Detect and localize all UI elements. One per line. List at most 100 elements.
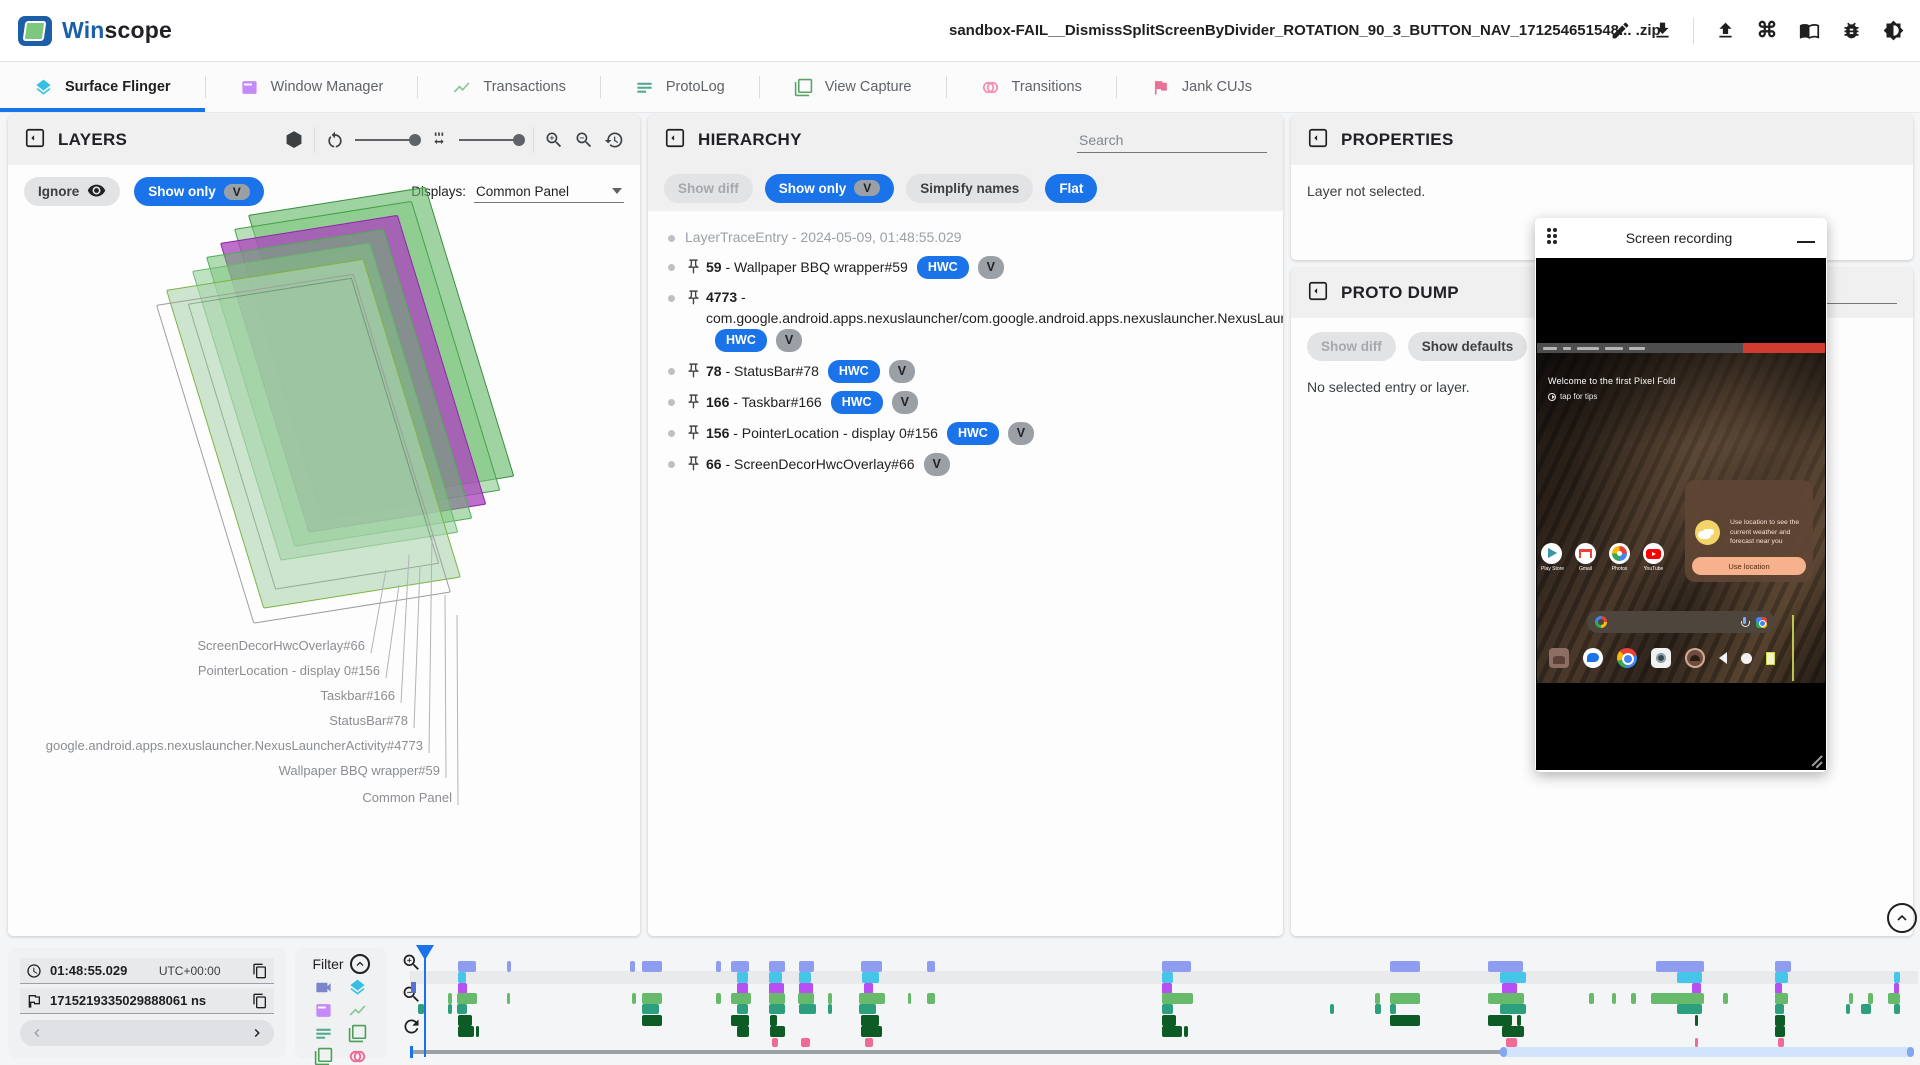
- protolog-event-block[interactable]: [799, 1004, 816, 1014]
- transactions-event-block[interactable]: [716, 993, 721, 1004]
- protolog-event-block[interactable]: [642, 1004, 659, 1014]
- view-capture-a-event-block[interactable]: [861, 1015, 879, 1026]
- transactions-event-block[interactable]: [859, 993, 885, 1004]
- timeline-zoom-scrollbar[interactable]: [1500, 1047, 1914, 1057]
- messages-app-icon[interactable]: [1583, 648, 1603, 668]
- protolog-event-block[interactable]: [1162, 1004, 1173, 1014]
- view-capture-a-event-block[interactable]: [1517, 1015, 1522, 1026]
- protolog-event-block[interactable]: [1500, 1004, 1526, 1014]
- show-only-v-button[interactable]: Show only V: [134, 177, 264, 206]
- transactions-event-block[interactable]: [1651, 993, 1704, 1004]
- filter-transactions-icon[interactable]: [348, 1001, 367, 1020]
- android-app-icon[interactable]: [1549, 648, 1569, 668]
- tab-jank-cujs[interactable]: Jank CUJs: [1117, 62, 1286, 112]
- transactions-event-block[interactable]: [632, 993, 637, 1004]
- layer-node-row[interactable]: 66 - ScreenDecorHwcOverlay#66V: [656, 449, 1275, 480]
- filter-transitions-icon[interactable]: [348, 1047, 367, 1065]
- screen-recording-event-block[interactable]: [927, 961, 935, 972]
- protolog-event-block[interactable]: [418, 1004, 424, 1014]
- transactions-event-block[interactable]: [1488, 993, 1524, 1004]
- protolog-event-block[interactable]: [1375, 1004, 1381, 1014]
- documentation-icon[interactable]: [1798, 20, 1820, 42]
- resize-handle[interactable]: [1811, 755, 1823, 767]
- surface-flinger-event-block[interactable]: [1677, 972, 1703, 983]
- transactions-event-block[interactable]: [1162, 993, 1192, 1004]
- transactions-event-block[interactable]: [642, 993, 662, 1004]
- transactions-event-block[interactable]: [1868, 993, 1873, 1004]
- human-time-field[interactable]: 01:48:55.029 UTC+00:00: [20, 958, 274, 984]
- flat-button[interactable]: Flat: [1045, 174, 1097, 203]
- spacing-slider[interactable]: [459, 139, 523, 141]
- view-capture-a-event-block[interactable]: [731, 1015, 749, 1026]
- transactions-event-block[interactable]: [448, 993, 453, 1004]
- nav-home-icon[interactable]: [1741, 653, 1752, 664]
- view-capture-b-event-block[interactable]: [1184, 1026, 1189, 1037]
- next-frame-icon[interactable]: [250, 1026, 264, 1040]
- spacing-slider-knob[interactable]: [513, 134, 525, 146]
- app-photos[interactable]: Photos: [1609, 543, 1630, 572]
- screen-recording-event-block[interactable]: [1775, 961, 1792, 972]
- view-capture-a-event-block[interactable]: [1695, 1015, 1698, 1026]
- screen-recording-event-block[interactable]: [731, 961, 749, 972]
- rotation-slider[interactable]: [355, 139, 419, 141]
- tab-surface-flinger[interactable]: Surface Flinger: [0, 62, 205, 112]
- filter-protolog-icon[interactable]: [314, 1024, 333, 1043]
- protolog-event-block[interactable]: [737, 1004, 748, 1014]
- transactions-event-block[interactable]: [1849, 993, 1854, 1004]
- collapse-panel-icon[interactable]: [664, 127, 686, 154]
- protolog-event-block[interactable]: [457, 1004, 468, 1014]
- protolog-event-block[interactable]: [1846, 1004, 1851, 1014]
- spacing-icon[interactable]: [429, 130, 449, 150]
- scrollbar-right-cap[interactable]: [1907, 1047, 1914, 1057]
- view-capture-b-event-block[interactable]: [1775, 1026, 1786, 1037]
- view-capture-b-event-block[interactable]: [1162, 1026, 1182, 1037]
- view-capture-a-event-block[interactable]: [1775, 1015, 1786, 1026]
- protolog-event-block[interactable]: [1861, 1004, 1872, 1014]
- collapse-filter-icon[interactable]: [350, 954, 370, 974]
- displays-select[interactable]: Common Panel: [474, 181, 624, 203]
- filter-screen-recording-icon[interactable]: [314, 978, 333, 997]
- filter-view-capture-icon[interactable]: [348, 1024, 367, 1043]
- layer-node-row[interactable]: 4773 - com.google.android.apps.nexuslaun…: [656, 283, 1275, 356]
- reset-view-icon[interactable]: [604, 130, 624, 150]
- surface-flinger-event-block[interactable]: [1775, 972, 1789, 983]
- ignore-button[interactable]: Ignore: [24, 177, 120, 206]
- filter-ime-icon[interactable]: [314, 1047, 333, 1065]
- pin-icon[interactable]: [685, 393, 702, 410]
- show-diff-button[interactable]: Show diff: [664, 174, 753, 203]
- surface-flinger-event-block[interactable]: [1894, 972, 1900, 983]
- screen-recording-event-block[interactable]: [716, 961, 721, 972]
- view-capture-a-event-block[interactable]: [1162, 1015, 1176, 1026]
- view-capture-a-event-block[interactable]: [458, 1015, 472, 1026]
- screen-recording-window[interactable]: Screen recording Welcome to the first Pi…: [1535, 218, 1827, 772]
- copy-time-icon[interactable]: [252, 963, 268, 979]
- hierarchy-search-input[interactable]: [1077, 128, 1267, 153]
- transactions-event-block[interactable]: [731, 993, 751, 1004]
- protolog-event-block[interactable]: [1330, 1004, 1335, 1014]
- screen-recording-event-block[interactable]: [769, 961, 786, 972]
- surface-flinger-event-block[interactable]: [769, 972, 783, 983]
- transactions-event-block[interactable]: [828, 993, 833, 1004]
- trace-entry-row[interactable]: LayerTraceEntry - 2024-05-09, 01:48:55.0…: [656, 223, 1275, 252]
- use-location-button[interactable]: Use location: [1692, 557, 1806, 575]
- screen-recording-event-block[interactable]: [642, 961, 662, 972]
- transitions-event-block[interactable]: [1506, 1038, 1517, 1047]
- surface-flinger-event-block[interactable]: [737, 972, 748, 983]
- collapse-panel-icon[interactable]: [24, 127, 46, 154]
- layer-node-row[interactable]: 78 - StatusBar#78HWCV: [656, 356, 1275, 387]
- screen-recording-event-block[interactable]: [1390, 961, 1420, 972]
- pin-icon[interactable]: [685, 424, 702, 441]
- protolog-event-block[interactable]: [769, 1004, 786, 1014]
- rotation-slider-knob[interactable]: [409, 134, 421, 146]
- protolog-event-block[interactable]: [448, 1004, 453, 1014]
- download-traces-icon[interactable]: [1651, 20, 1673, 42]
- view-capture-b-event-block[interactable]: [1502, 1026, 1525, 1037]
- layer-node-row[interactable]: 59 - Wallpaper BBQ wrapper#59HWCV: [656, 252, 1275, 283]
- view-capture-b-event-block[interactable]: [861, 1026, 882, 1037]
- drag-handle-icon[interactable]: [1547, 228, 1561, 248]
- app-play-store[interactable]: Play Store: [1541, 543, 1562, 572]
- transactions-event-block[interactable]: [1775, 993, 1789, 1004]
- minimize-icon[interactable]: [1797, 225, 1815, 243]
- rotation-icon[interactable]: [325, 130, 345, 150]
- scrollbar-left-cap[interactable]: [1500, 1047, 1507, 1057]
